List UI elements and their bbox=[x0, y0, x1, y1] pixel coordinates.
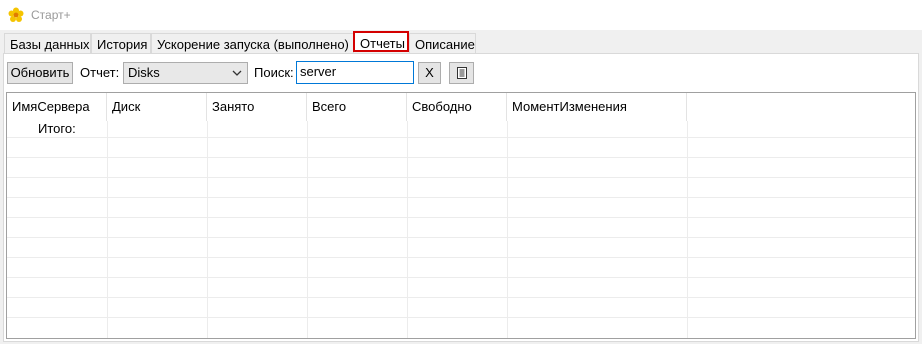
report-select-value: Disks bbox=[128, 65, 160, 80]
column-header-total[interactable]: Всего bbox=[307, 93, 407, 121]
document-icon bbox=[456, 67, 467, 79]
grid-line bbox=[407, 121, 408, 338]
total-row-label: Итого: bbox=[38, 121, 76, 136]
report-grid[interactable]: ИмяСервера Диск Занято Всего Свободно Мо… bbox=[6, 92, 916, 339]
grid-line bbox=[7, 197, 915, 198]
grid-line bbox=[7, 297, 915, 298]
refresh-button[interactable]: Обновить bbox=[7, 62, 73, 84]
grid-line bbox=[107, 121, 108, 338]
window-title: Старт+ bbox=[31, 8, 71, 22]
column-header-disk[interactable]: Диск bbox=[107, 93, 207, 121]
column-header-server-name[interactable]: ИмяСервера bbox=[7, 93, 107, 121]
search-label: Поиск: bbox=[254, 65, 294, 80]
grid-line bbox=[687, 121, 688, 338]
export-button[interactable] bbox=[449, 62, 474, 84]
flower-icon bbox=[8, 7, 24, 22]
search-input[interactable]: server bbox=[296, 61, 414, 84]
column-header-free[interactable]: Свободно bbox=[407, 93, 507, 121]
report-select[interactable]: Disks bbox=[123, 62, 248, 84]
column-header-modified-time[interactable]: МоментИзменения bbox=[507, 93, 687, 121]
chevron-down-icon bbox=[232, 70, 242, 76]
grid-line bbox=[7, 237, 915, 238]
tab-reports[interactable]: Отчеты bbox=[353, 31, 409, 52]
grid-line bbox=[7, 277, 915, 278]
grid-line bbox=[7, 217, 915, 218]
tab-history[interactable]: История bbox=[91, 33, 151, 53]
grid-line bbox=[307, 121, 308, 338]
grid-line bbox=[207, 121, 208, 338]
tab-description[interactable]: Описание bbox=[409, 33, 476, 53]
title-bar: Старт+ bbox=[0, 0, 922, 30]
clear-search-button[interactable]: X bbox=[418, 62, 441, 84]
report-label: Отчет: bbox=[80, 65, 120, 80]
grid-line bbox=[7, 317, 915, 318]
tab-startup-acceleration[interactable]: Ускорение запуска (выполнено) bbox=[151, 33, 354, 53]
grid-line bbox=[7, 157, 915, 158]
grid-line bbox=[7, 257, 915, 258]
grid-line bbox=[7, 137, 915, 138]
grid-line bbox=[7, 177, 915, 178]
tab-databases[interactable]: Базы данных bbox=[4, 33, 91, 53]
column-header-used[interactable]: Занято bbox=[207, 93, 307, 121]
grid-line bbox=[507, 121, 508, 338]
